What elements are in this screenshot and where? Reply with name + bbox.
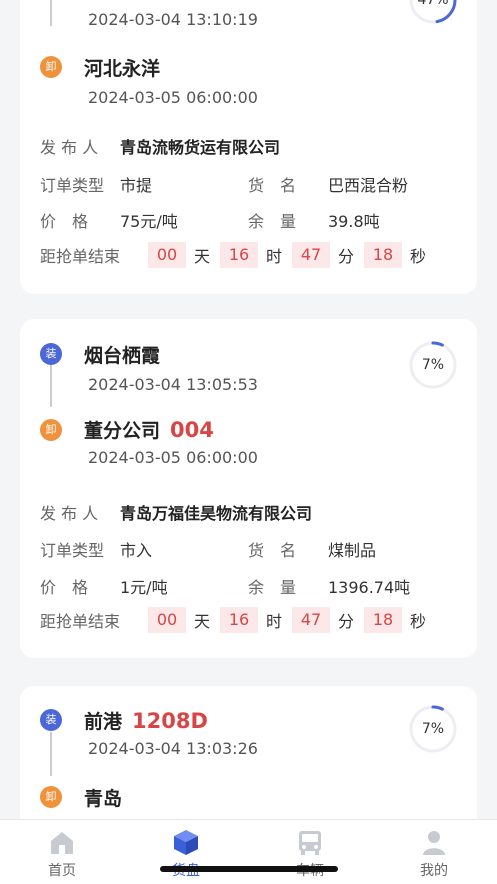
load-place-name: 烟台栖霞: [84, 345, 161, 367]
cube-icon: [174, 830, 198, 855]
countdown-label: 距抢单结束: [40, 612, 121, 631]
goods-value: 煤制品: [328, 541, 377, 560]
load-place: 烟台栖霞: [84, 341, 160, 368]
progress-text: 7%: [421, 721, 445, 737]
price-row: 价 格 1元/吨 余 量 1396.74吨: [40, 574, 457, 598]
tab-mine-label: 我的: [420, 863, 448, 879]
order-type-row: 订单类型 市提 货 名 巴西混合粉: [40, 172, 457, 196]
countdown-hours: 16: [220, 607, 259, 633]
load-code: 1208D: [132, 709, 208, 733]
remain-label: 余 量: [248, 212, 297, 231]
countdown-minutes: 47: [292, 242, 331, 268]
remain-value: 39.8吨: [328, 212, 380, 231]
progress-text: 47%: [417, 0, 449, 8]
load-time: 2024-03-04 13:10:19: [88, 10, 258, 29]
order-type-value: 市入: [120, 541, 153, 560]
countdown-seconds: 18: [364, 607, 403, 633]
countdown-row: 距抢单结束 00 天 16 时 47 分 18 秒: [40, 607, 436, 633]
tab-bar: 首页 货盘 车辆 我的: [0, 819, 497, 884]
countdown-days: 00: [148, 242, 186, 268]
countdown-row: 距抢单结束 00 天 16 时 47 分 18 秒: [40, 242, 436, 268]
unload-place: 董分公司 004: [84, 416, 214, 443]
day-unit: 天: [194, 612, 211, 631]
unload-place: 青岛: [84, 784, 122, 811]
order-type-label: 订单类型: [40, 176, 105, 195]
user-icon: [423, 831, 445, 855]
unload-code: 004: [170, 418, 214, 442]
price-value: 75元/吨: [120, 212, 178, 231]
unload-time: 2024-03-05 06:00:00: [88, 448, 258, 467]
load-time: 2024-03-04 13:03:26: [88, 739, 258, 758]
load-time: 2024-03-04 13:05:53: [88, 375, 258, 394]
publisher-label: 发 布 人: [40, 504, 99, 523]
publisher-row: 发 布 人 青岛万福佳昊物流有限公司: [40, 500, 312, 524]
second-unit: 秒: [410, 612, 427, 631]
price-row: 价 格 75元/吨 余 量 39.8吨: [40, 208, 457, 232]
progress-text: 7%: [421, 357, 445, 373]
publisher-name: 青岛流畅货运有限公司: [120, 138, 281, 157]
countdown-hours: 16: [220, 242, 259, 268]
day-unit: 天: [194, 247, 211, 266]
countdown-minutes: 47: [292, 607, 331, 633]
remain-value: 1396.74吨: [328, 578, 411, 597]
unload-place-name: 河北永洋: [84, 58, 161, 80]
publisher-label: 发 布 人: [40, 138, 99, 157]
second-unit: 秒: [410, 247, 427, 266]
tab-home[interactable]: 首页: [0, 820, 124, 884]
load-place-name: 前港: [84, 711, 123, 733]
minute-unit: 分: [338, 247, 355, 266]
home-icon: [51, 832, 73, 854]
progress-ring: 7%: [409, 341, 457, 389]
countdown-seconds: 18: [364, 242, 403, 268]
countdown-label: 距抢单结束: [40, 247, 121, 266]
progress-ring: 7%: [409, 705, 457, 753]
goods-label: 货 名: [248, 541, 297, 560]
route-line: [50, 0, 52, 26]
load-badge: 装: [40, 343, 62, 365]
tab-home-label: 首页: [48, 863, 76, 879]
order-type-label: 订单类型: [40, 541, 105, 560]
goods-value: 巴西混合粉: [328, 176, 409, 195]
load-badge: 装: [40, 709, 62, 731]
order-card[interactable]: 2024-03-04 13:10:19 47% 卸 河北永洋 2024-03-0…: [20, 0, 477, 294]
tab-vehicle[interactable]: 车辆: [248, 820, 372, 884]
route-line: [50, 365, 52, 407]
minute-unit: 分: [338, 612, 355, 631]
publisher-name: 青岛万福佳昊物流有限公司: [120, 504, 313, 523]
hour-unit: 时: [266, 612, 283, 631]
truck-icon: [299, 831, 321, 855]
unload-badge: 卸: [40, 419, 62, 441]
price-label: 价 格: [40, 578, 89, 597]
publisher-row: 发 布 人 青岛流畅货运有限公司: [40, 134, 280, 158]
order-card[interactable]: 装 烟台栖霞 2024-03-04 13:05:53 7% 卸 董分公司 004 …: [20, 319, 477, 658]
order-type-row: 订单类型 市入 货 名 煤制品: [40, 537, 457, 561]
order-type-value: 市提: [120, 176, 153, 195]
unload-time: 2024-03-05 06:00:00: [88, 88, 258, 107]
unload-place-name: 董分公司: [84, 420, 161, 442]
hour-unit: 时: [266, 247, 283, 266]
unload-place: 河北永洋: [84, 54, 160, 81]
price-value: 1元/吨: [120, 578, 168, 597]
remain-label: 余 量: [248, 578, 297, 597]
load-place: 前港 1208D: [84, 707, 208, 734]
tab-cargo[interactable]: 货盘: [124, 820, 248, 884]
price-label: 价 格: [40, 212, 89, 231]
unload-badge: 卸: [40, 786, 62, 808]
tab-mine[interactable]: 我的: [372, 820, 496, 884]
countdown-days: 00: [148, 607, 186, 633]
goods-label: 货 名: [248, 176, 297, 195]
unload-place-name: 青岛: [84, 788, 123, 810]
progress-ring: 47%: [409, 0, 457, 24]
route-line: [50, 732, 52, 776]
home-indicator: [160, 866, 338, 872]
unload-badge: 卸: [40, 56, 62, 78]
